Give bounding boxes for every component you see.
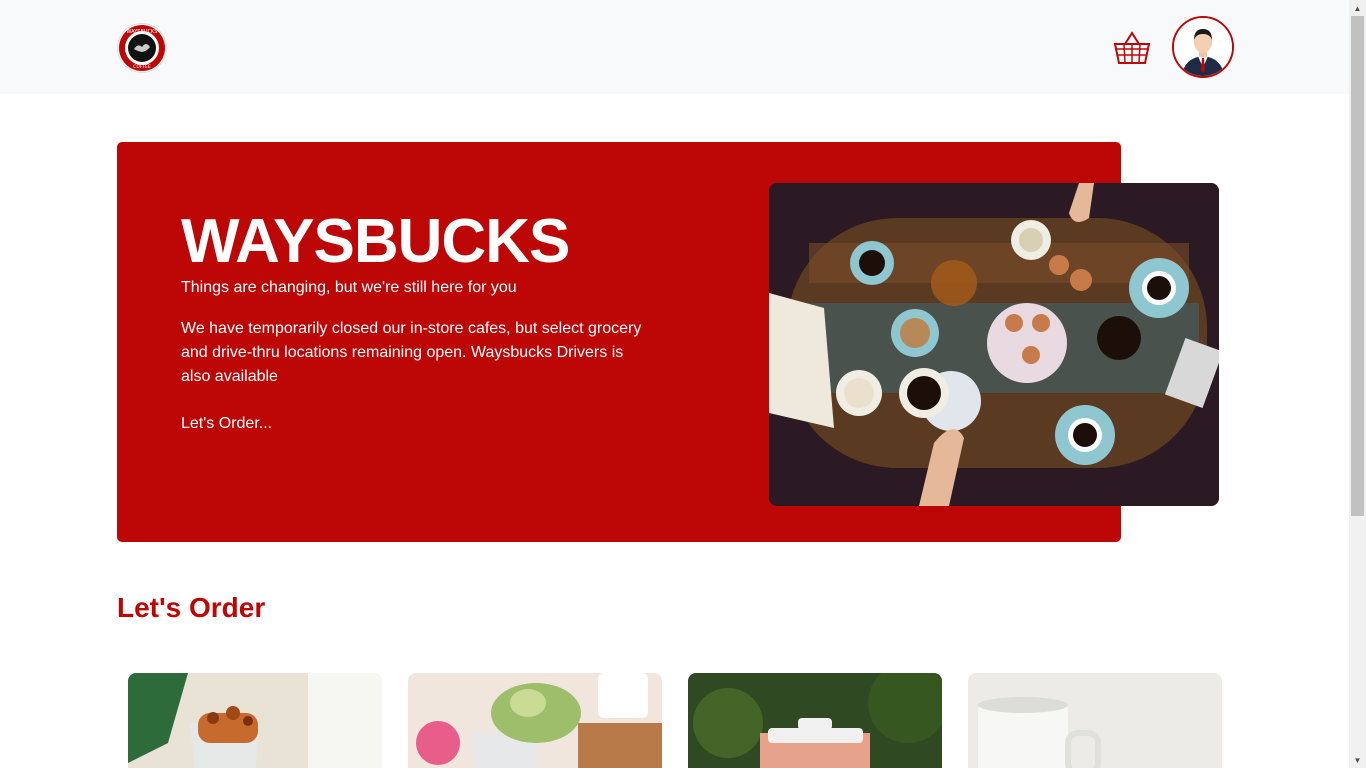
scroll-up-arrow-icon[interactable]: ▲ [1349, 0, 1366, 16]
product-image [968, 673, 1222, 768]
product-card[interactable] [968, 673, 1222, 768]
user-icon [1174, 18, 1232, 76]
product-card[interactable] [408, 673, 662, 768]
hero-cta-text: Let's Order... [181, 415, 273, 432]
waysbucks-logo[interactable]: WAYSBUCKS COFFEE [117, 23, 167, 73]
hero-subtitle: Things are changing, but we're still her… [181, 279, 517, 296]
vertical-scrollbar[interactable]: ▲ ▼ [1349, 0, 1366, 768]
svg-text:WAYSBUCKS: WAYSBUCKS [127, 29, 158, 35]
basket-icon[interactable] [1112, 30, 1152, 66]
product-image [688, 673, 942, 768]
product-image [408, 673, 662, 768]
hero-image-coffee-table [769, 183, 1219, 506]
logo-emblem-icon: WAYSBUCKS COFFEE [119, 25, 165, 71]
section-title-lets-order: Let's Order [117, 592, 266, 623]
product-image [128, 673, 382, 768]
scroll-down-arrow-icon[interactable]: ▼ [1349, 752, 1366, 768]
product-card[interactable] [128, 673, 382, 768]
hero-description: We have temporarily closed our in-store … [181, 320, 642, 385]
hero-title: WAYSBUCKS [181, 207, 570, 276]
svg-text:COFFEE: COFFEE [133, 64, 151, 70]
user-avatar[interactable] [1172, 16, 1234, 78]
product-card[interactable] [688, 673, 942, 768]
navbar: WAYSBUCKS COFFEE [0, 0, 1349, 94]
scrollbar-thumb[interactable] [1351, 16, 1364, 516]
